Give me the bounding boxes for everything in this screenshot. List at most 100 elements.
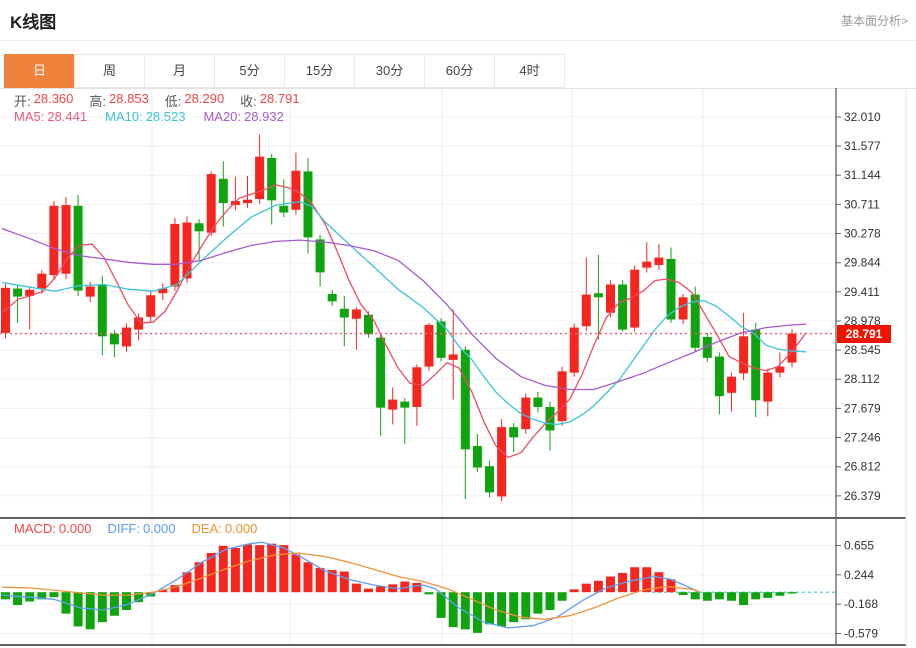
candle[interactable]	[267, 158, 276, 200]
candle[interactable]	[98, 284, 107, 336]
macd-bar[interactable]	[751, 592, 760, 599]
macd-bar[interactable]	[691, 592, 700, 599]
macd-bar[interactable]	[243, 544, 252, 592]
macd-bar[interactable]	[521, 592, 530, 619]
macd-bar[interactable]	[546, 592, 555, 610]
kline-chart-canvas[interactable]: 32.01031.57731.14430.71130.27829.84429.4…	[0, 88, 916, 648]
candle[interactable]	[86, 287, 95, 297]
macd-bar[interactable]	[582, 584, 591, 593]
macd-bar[interactable]	[715, 592, 724, 599]
candle[interactable]	[751, 330, 760, 401]
candle[interactable]	[279, 206, 288, 213]
candle[interactable]	[449, 354, 458, 359]
tab-day[interactable]: 日	[4, 54, 75, 88]
macd-bar[interactable]	[570, 589, 579, 592]
candle[interactable]	[618, 284, 627, 329]
candle[interactable]	[340, 309, 349, 318]
candle[interactable]	[37, 274, 46, 289]
candle[interactable]	[13, 289, 22, 297]
candle[interactable]	[49, 206, 58, 275]
macd-bar[interactable]	[340, 572, 349, 593]
candle[interactable]	[219, 179, 228, 203]
macd-bar[interactable]	[231, 548, 240, 592]
tab-30min[interactable]: 30分	[354, 54, 425, 88]
tab-15min[interactable]: 15分	[284, 54, 355, 88]
fundamental-analysis-link[interactable]: 基本面分析>	[841, 12, 908, 29]
macd-bar[interactable]	[98, 592, 107, 622]
candle[interactable]	[74, 206, 83, 291]
candle[interactable]	[533, 398, 542, 407]
candle[interactable]	[642, 262, 651, 268]
candle[interactable]	[497, 427, 506, 496]
macd-bar[interactable]	[703, 592, 712, 601]
macd-bar[interactable]	[364, 589, 373, 593]
candle[interactable]	[763, 373, 772, 402]
macd-bar[interactable]	[86, 592, 95, 629]
tab-month[interactable]: 月	[144, 54, 215, 88]
macd-bar[interactable]	[654, 572, 663, 592]
candle[interactable]	[521, 398, 530, 430]
candle[interactable]	[679, 297, 688, 319]
candle[interactable]	[183, 223, 192, 279]
macd-bar[interactable]	[727, 592, 736, 601]
candle[interactable]	[400, 402, 409, 408]
macd-bar[interactable]	[255, 545, 264, 592]
candle[interactable]	[243, 200, 252, 203]
candle[interactable]	[594, 293, 603, 297]
macd-bar[interactable]	[473, 592, 482, 633]
candle[interactable]	[582, 295, 591, 327]
candle[interactable]	[328, 294, 337, 301]
macd-bar[interactable]	[13, 592, 22, 605]
macd-bar[interactable]	[291, 554, 300, 592]
candle[interactable]	[207, 174, 216, 233]
macd-bar[interactable]	[316, 568, 325, 592]
candle[interactable]	[473, 446, 482, 468]
macd-bar[interactable]	[606, 577, 615, 593]
macd-bar[interactable]	[449, 592, 458, 627]
macd-bar[interactable]	[352, 584, 361, 593]
macd-bar[interactable]	[425, 592, 434, 594]
macd-bar[interactable]	[558, 592, 567, 601]
candle[interactable]	[412, 367, 421, 407]
macd-bar[interactable]	[533, 592, 542, 613]
macd-bar[interactable]	[279, 545, 288, 592]
candle[interactable]	[509, 427, 518, 437]
macd-bar[interactable]	[49, 592, 58, 597]
macd-bar[interactable]	[74, 592, 83, 626]
candle[interactable]	[425, 325, 434, 367]
candle[interactable]	[195, 223, 204, 231]
candle[interactable]	[146, 295, 155, 317]
candle[interactable]	[352, 309, 361, 318]
macd-bar[interactable]	[412, 583, 421, 592]
tab-4hour[interactable]: 4时	[494, 54, 565, 88]
candle[interactable]	[388, 400, 397, 410]
macd-bar[interactable]	[775, 592, 784, 596]
macd-bar[interactable]	[739, 592, 748, 605]
candle[interactable]	[654, 258, 663, 265]
candle[interactable]	[122, 328, 131, 347]
candle[interactable]	[715, 356, 724, 396]
kline-chart[interactable]: 32.01031.57731.14430.71130.27829.84429.4…	[0, 88, 916, 648]
candle[interactable]	[110, 334, 119, 345]
candle[interactable]	[62, 205, 71, 274]
tab-week[interactable]: 周	[74, 54, 145, 88]
macd-bar[interactable]	[304, 562, 313, 592]
candle[interactable]	[485, 466, 494, 492]
macd-bar[interactable]	[376, 586, 385, 592]
candle[interactable]	[170, 224, 179, 287]
candle[interactable]	[316, 239, 325, 272]
tab-5min[interactable]: 5分	[214, 54, 285, 88]
candle[interactable]	[376, 338, 385, 408]
tab-60min[interactable]: 60分	[424, 54, 495, 88]
candle[interactable]	[461, 350, 470, 450]
macd-bar[interactable]	[509, 592, 518, 622]
candle[interactable]	[727, 377, 736, 393]
macd-bar[interactable]	[497, 592, 506, 626]
candle[interactable]	[630, 270, 639, 328]
candle[interactable]	[558, 371, 567, 421]
macd-bar[interactable]	[788, 592, 797, 593]
candle[interactable]	[570, 328, 579, 373]
candle[interactable]	[739, 336, 748, 373]
macd-bar[interactable]	[763, 592, 772, 598]
macd-bar[interactable]	[679, 592, 688, 595]
